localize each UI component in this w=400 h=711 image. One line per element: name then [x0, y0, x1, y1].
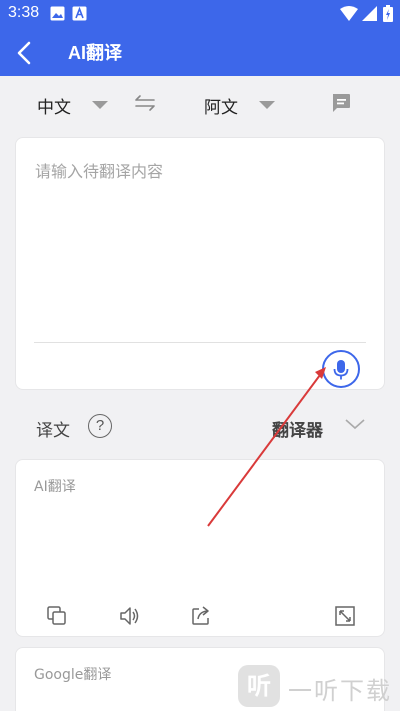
watermark-logo: 听 一听下载: [236, 663, 400, 711]
chevron-down-icon[interactable]: [344, 416, 366, 435]
speaker-icon: [120, 607, 139, 625]
expand-icon: [335, 606, 355, 626]
copy-icon: [47, 606, 66, 625]
app-bar: AI翻译: [0, 28, 400, 76]
translator-engine-selector[interactable]: 翻译器: [272, 416, 323, 441]
help-button[interactable]: ?: [88, 414, 112, 438]
back-button[interactable]: [10, 38, 40, 68]
result-header: 译文 ? 翻译器: [0, 400, 400, 452]
target-dropdown-icon[interactable]: [259, 101, 275, 109]
result-label: 译文: [36, 421, 70, 441]
page-title: AI翻译: [68, 43, 122, 63]
target-language-selector[interactable]: 阿文: [204, 93, 238, 118]
share-icon: [192, 606, 209, 625]
speak-button[interactable]: [118, 605, 140, 627]
battery-icon: [383, 5, 393, 26]
swap-icon: [135, 95, 155, 111]
input-divider: [34, 342, 366, 343]
copy-button[interactable]: [46, 605, 68, 627]
translation-input[interactable]: 请输入待翻译内容: [35, 158, 163, 182]
source-language-selector[interactable]: 中文: [37, 93, 71, 118]
back-arrow-icon: [17, 41, 31, 65]
chat-icon: [333, 94, 350, 112]
a-notification-icon: [72, 6, 87, 25]
input-card: 请输入待翻译内容: [15, 137, 385, 390]
conversation-button[interactable]: [330, 92, 352, 118]
swap-languages-button[interactable]: [134, 94, 156, 116]
microphone-icon: [333, 360, 349, 380]
signal-icon: [362, 6, 377, 25]
source-dropdown-icon[interactable]: [92, 101, 108, 109]
ai-translation-card: AI翻译: [15, 459, 385, 637]
wifi-icon: [340, 6, 358, 25]
watermark-text: 一听下载: [288, 677, 392, 705]
voice-input-button[interactable]: [322, 350, 360, 388]
image-notification-icon: [50, 6, 65, 25]
status-bar: 3:38: [0, 0, 400, 28]
ai-card-header: AI翻译: [34, 479, 76, 495]
status-time: 3:38: [8, 4, 40, 21]
language-bar: 中文 阿文: [0, 76, 400, 132]
watermark-badge: 听: [238, 665, 280, 707]
share-button[interactable]: [190, 605, 212, 627]
google-card-header: Google翻译: [34, 667, 112, 683]
fullscreen-button[interactable]: [334, 605, 356, 627]
